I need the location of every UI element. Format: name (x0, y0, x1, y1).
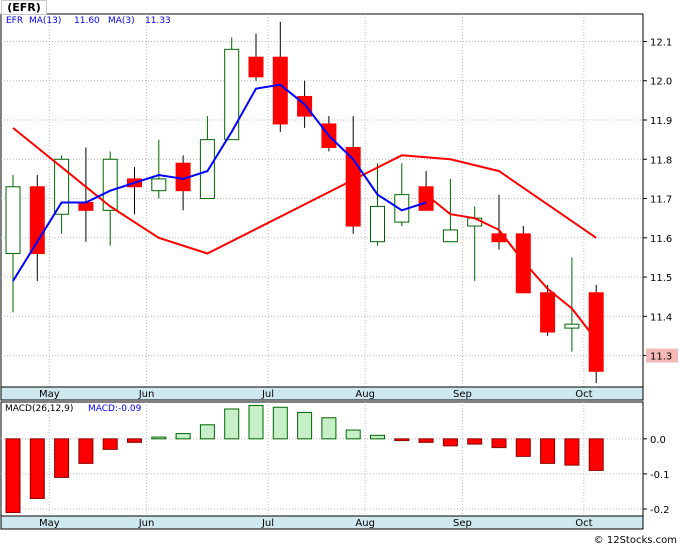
macd-x-axis-band: May Jun Jul Aug Sep Oct (0, 515, 644, 530)
macd-bar (345, 429, 361, 440)
macd-bar (394, 438, 410, 442)
macd-bar (418, 438, 434, 443)
candle-body (442, 229, 458, 243)
macd-x-axis (0, 515, 644, 530)
macd-bar (151, 436, 167, 440)
price-y-tick-label: 11.8 (650, 155, 672, 166)
macd-bar (199, 424, 215, 440)
price-x-axis-label: May (39, 389, 60, 400)
macd-bar (321, 417, 337, 440)
price-x-axis-label: Jul (261, 389, 274, 400)
price-x-axis-label: Aug (355, 389, 375, 400)
candle-body (515, 233, 531, 294)
macd-bar (78, 438, 94, 464)
candle-body (78, 201, 94, 211)
stock-chart: 11.3 11.4 11.5 11.6 11.7 11.8 11.9 12.0 12.1 11.3… (0, 0, 680, 546)
macd-x-axis-label: Jul (261, 518, 274, 529)
candle-body (199, 139, 215, 200)
price-panel: 11.311.411.511.611.711.811.912.012.111.3 (0, 13, 678, 388)
ticker-label: (EFR) (1, 0, 47, 15)
legend-ma3-label: MA(3) (108, 16, 135, 26)
macd-bar (224, 408, 240, 440)
price-y-tick-label: 11.6 (650, 234, 672, 245)
candle-body (248, 56, 264, 78)
macd-bar (491, 438, 507, 449)
price-y-tick-label: 12.1 (650, 37, 672, 48)
macd-bar (272, 406, 288, 440)
macd-bar (370, 434, 385, 440)
price-x-axis (0, 386, 644, 401)
copyright-text: © 12Stocks.com (593, 535, 677, 546)
macd-legend-name: MACD(26,12,9) (5, 404, 73, 414)
candle-body (467, 217, 483, 227)
macd-bar (515, 438, 531, 457)
candle-body (272, 56, 288, 125)
macd-x-axis-label: May (39, 518, 60, 529)
macd-x-axis-label: Jun (138, 518, 155, 529)
macd-bar (5, 438, 21, 513)
price-x-axis-label: Oct (575, 389, 592, 400)
macd-x-axis-label: Aug (355, 518, 375, 529)
macd-panel: 0.0 -0.1 -0.2 (0, 401, 670, 517)
macd-bar (127, 438, 142, 443)
macd-x-axis-label: Oct (575, 518, 592, 529)
macd-legend-value: MACD:-0.09 (88, 404, 142, 414)
candle-body (540, 292, 556, 333)
price-y-tick-label: 11.7 (650, 195, 672, 206)
macd-bar (564, 438, 580, 466)
legend-ma13-label: MA(13) (29, 16, 61, 26)
macd-bar (442, 438, 458, 447)
price-y-tick-label: 11.9 (650, 116, 672, 127)
legend-ma13-value: 11.60 (74, 16, 100, 26)
macd-bar (297, 412, 313, 440)
macd-bar (248, 405, 264, 440)
macd-x-axis-label: Sep (453, 518, 472, 529)
macd-bar (54, 438, 70, 478)
macd-bar (588, 438, 604, 471)
candle-body (564, 323, 580, 329)
price-x-axis-band: May Jun Jul Aug Sep Oct (0, 386, 644, 401)
candle-body (370, 205, 385, 243)
macd-bar (467, 438, 483, 445)
legend-symbol: EFR (6, 16, 23, 26)
price-y-tick-label: 11.5 (650, 273, 672, 284)
macd-bar (102, 438, 118, 450)
price-x-axis-label: Sep (453, 389, 472, 400)
macd-bar (29, 438, 45, 499)
macd-bar (175, 433, 191, 440)
price-y-tick-label: 12.0 (650, 77, 672, 88)
macd-y-tick-label: -0.2 (650, 505, 670, 516)
last-price-label: 11.3 (650, 352, 672, 363)
macd-y-tick-label: -0.1 (650, 470, 670, 481)
candle-body (151, 178, 167, 192)
candle-body (5, 186, 21, 255)
legend-ma3-value: 11.33 (145, 16, 171, 26)
macd-y-tick-label: 0.0 (650, 435, 666, 446)
price-y-tick-label: 11.4 (650, 312, 672, 323)
macd-bar (540, 438, 556, 464)
price-x-axis-label: Jun (138, 389, 155, 400)
candle-body (224, 48, 240, 141)
